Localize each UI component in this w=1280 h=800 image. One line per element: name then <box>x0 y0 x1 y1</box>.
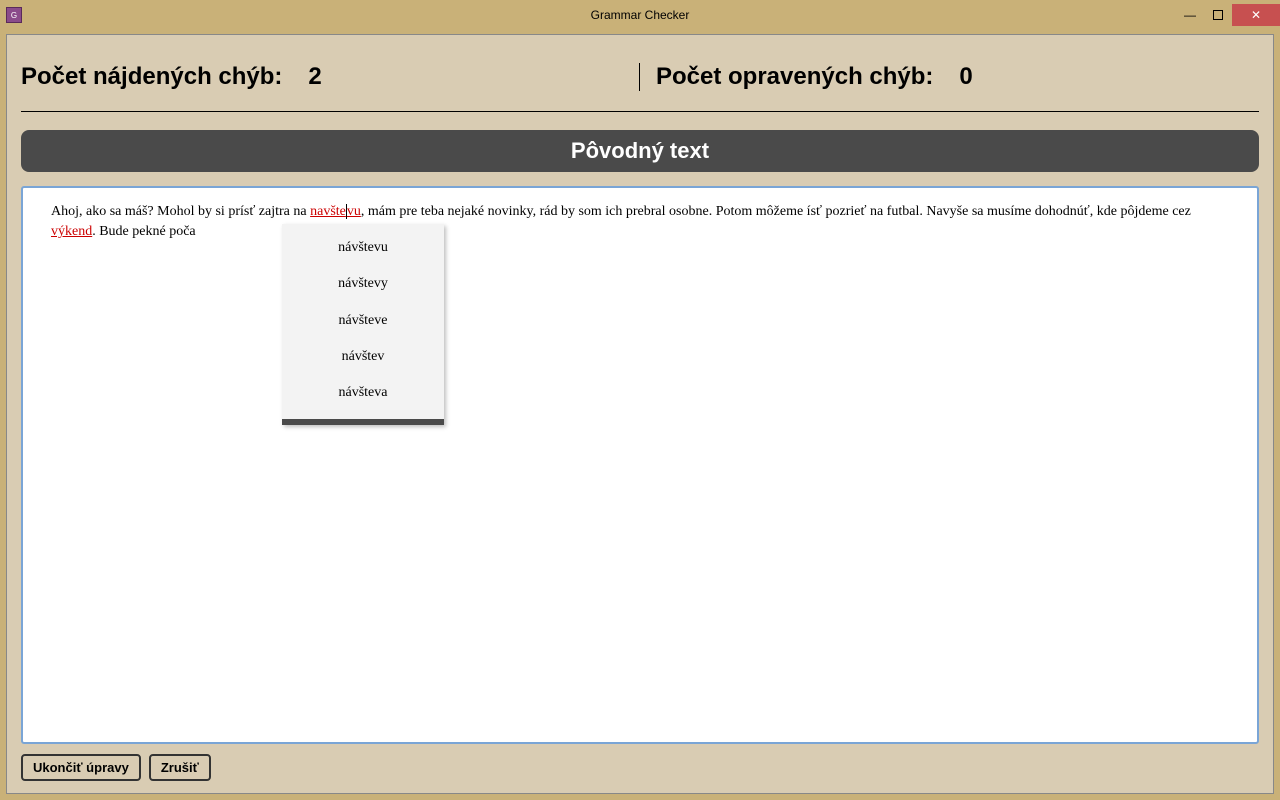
fixed-errors-counter: Počet opravených chýb: 0 <box>639 63 1258 91</box>
suggestion-item[interactable]: návšteva <box>282 375 444 411</box>
suggestions-popup: návštevu návštevy návšteve návštev návšt… <box>282 224 444 425</box>
suggestion-item[interactable]: návšteve <box>282 303 444 339</box>
suggestion-item[interactable]: návštevy <box>282 266 444 302</box>
window-title: Grammar Checker <box>591 8 690 22</box>
close-button[interactable]: ✕ <box>1232 4 1280 26</box>
text-fragment: , mám pre teba nejaké novinky, rád by so… <box>361 204 1191 219</box>
fixed-errors-label: Počet opravených chýb: <box>656 63 933 91</box>
suggestion-item[interactable]: návštevu <box>282 230 444 266</box>
bottom-button-row: Ukončiť úpravy Zrušiť <box>21 754 1259 781</box>
title-bar: G Grammar Checker — ✕ <box>0 0 1280 30</box>
found-errors-value: 2 <box>308 63 321 91</box>
finish-editing-button[interactable]: Ukončiť úpravy <box>21 754 141 781</box>
found-errors-label: Počet nájdených chýb: <box>21 63 282 91</box>
text-fragment: . Bude pekné poča <box>92 224 195 239</box>
counters-row: Počet nájdených chýb: 2 Počet opravených… <box>21 45 1259 112</box>
found-errors-counter: Počet nájdených chýb: 2 <box>21 63 640 91</box>
window-controls: — ✕ <box>1176 4 1280 26</box>
error-word-1[interactable]: navštevu <box>310 204 361 219</box>
error-word-2[interactable]: výkend <box>51 224 92 239</box>
text-fragment: Ahoj, ako sa máš? Mohol by si prísť zajt… <box>51 204 310 219</box>
maximize-button[interactable] <box>1204 4 1232 26</box>
section-header: Pôvodný text <box>21 130 1259 172</box>
minimize-button[interactable]: — <box>1176 4 1204 26</box>
original-text-area[interactable]: Ahoj, ako sa máš? Mohol by si prísť zajt… <box>21 186 1259 744</box>
cancel-button[interactable]: Zrušiť <box>149 754 211 781</box>
fixed-errors-value: 0 <box>959 63 972 91</box>
app-frame: Počet nájdených chýb: 2 Počet opravených… <box>6 34 1274 794</box>
suggestion-item[interactable]: návštev <box>282 339 444 375</box>
app-icon: G <box>6 7 22 23</box>
